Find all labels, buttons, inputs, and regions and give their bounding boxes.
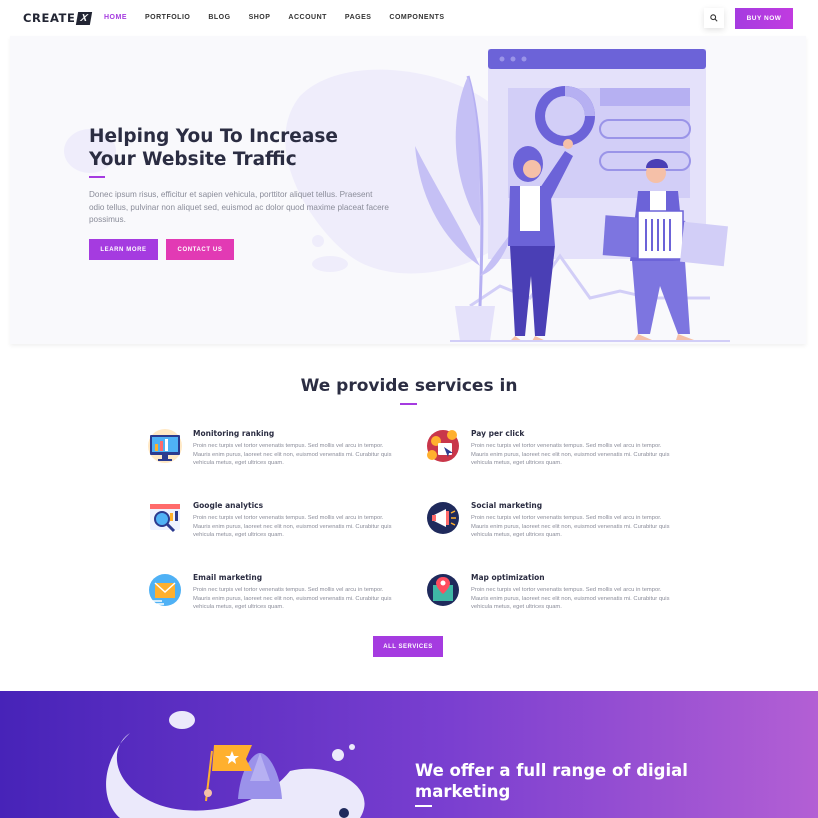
service-description: Proin nec turpis vel tortor venenatis te…	[193, 587, 392, 610]
service-description: Proin nec turpis vel tortor venenatis te…	[471, 515, 670, 538]
monitor-chart-icon	[148, 429, 182, 463]
menu-item-pages[interactable]: PAGES	[345, 14, 372, 21]
map-pin-icon	[427, 574, 459, 606]
logo[interactable]: CREATE X	[23, 11, 93, 25]
service-title: Pay per click	[471, 429, 525, 438]
service-title: Map optimization	[471, 573, 545, 582]
menu-item-account[interactable]: ACCOUNT	[288, 14, 327, 21]
service-description: Proin nec turpis vel tortor venenatis te…	[471, 443, 670, 466]
menu-item-shop[interactable]: SHOP	[249, 14, 271, 21]
menu-item-home[interactable]: HOME	[104, 14, 127, 21]
menu-item-components[interactable]: COMPONENTS	[389, 14, 444, 21]
analytics-magnifier-icon	[150, 504, 180, 533]
buy-now-button[interactable]: BUY NOW	[735, 8, 793, 29]
logo-text: CREATE	[23, 11, 76, 25]
hero-title-underline	[89, 176, 105, 178]
service-title: Google analytics	[193, 501, 264, 510]
hero-description: Donec ipsum risus, efficitur et sapien v…	[89, 190, 389, 224]
contact-us-button[interactable]: CONTACT US	[166, 239, 234, 260]
service-title: Social marketing	[471, 501, 543, 510]
envelope-icon	[149, 574, 181, 606]
menu-item-blog[interactable]: BLOG	[208, 14, 230, 21]
megaphone-icon	[427, 502, 459, 534]
coins-click-icon	[427, 430, 459, 462]
learn-more-button[interactable]: LEARN MORE	[89, 239, 158, 260]
services-heading-underline	[400, 403, 417, 405]
services-heading: We provide services in	[300, 376, 518, 396]
search-button[interactable]	[704, 8, 724, 28]
menu-item-portfolio[interactable]: PORTFOLIO	[145, 14, 190, 21]
search-icon	[710, 14, 718, 22]
logo-mark: X	[76, 11, 93, 25]
banner-title-underline	[415, 805, 432, 807]
service-title: Email marketing	[193, 573, 263, 582]
banner-title: We offer a full range of digial marketin…	[415, 761, 688, 801]
service-title: Monitoring ranking	[193, 429, 275, 438]
hero-title: Helping You To Increase Your Website Tra…	[89, 126, 338, 170]
service-description: Proin nec turpis vel tortor venenatis te…	[193, 515, 392, 538]
service-description: Proin nec turpis vel tortor venenatis te…	[471, 587, 670, 610]
service-description: Proin nec turpis vel tortor venenatis te…	[193, 443, 392, 466]
main-menu: HOME PORTFOLIO BLOG SHOP ACCOUNT PAGES C…	[104, 14, 463, 21]
marketing-banner: We offer a full range of digial marketin…	[0, 691, 818, 818]
all-services-button[interactable]: ALL SERVICES	[373, 636, 443, 657]
top-navbar: CREATE X HOME PORTFOLIO BLOG SHOP ACCOUN…	[0, 0, 818, 36]
